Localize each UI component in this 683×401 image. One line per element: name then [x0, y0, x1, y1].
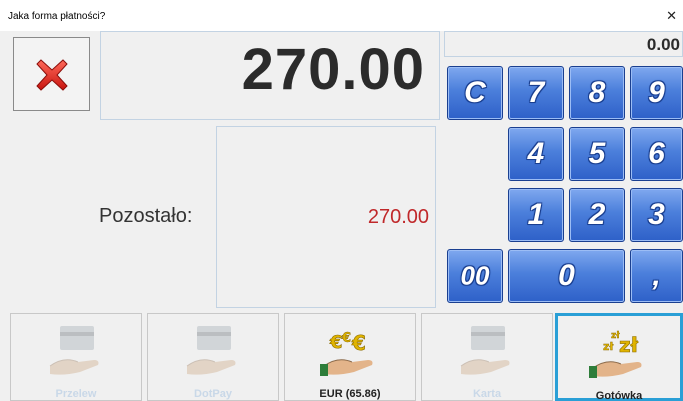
input-value: 0.00: [646, 35, 680, 54]
svg-text:€: €: [351, 331, 366, 355]
key-3[interactable]: 3: [630, 188, 683, 242]
key-comma[interactable]: ,: [630, 249, 683, 303]
key-9[interactable]: 9: [630, 66, 683, 120]
key-4[interactable]: 4: [508, 127, 564, 181]
svg-text:zł: zł: [603, 340, 614, 353]
payment-label: Przelew: [55, 388, 97, 400]
payment-eur-button[interactable]: € € € EUR (65.86): [284, 313, 416, 401]
card-hand-icon: [186, 326, 236, 375]
remaining-box: 270.00: [216, 126, 436, 308]
remaining-label: Pozostało:: [99, 205, 193, 227]
key-6[interactable]: 6: [630, 127, 683, 181]
cancel-button[interactable]: [13, 37, 90, 111]
card-hand-icon: [460, 326, 510, 375]
key-8[interactable]: 8: [569, 66, 625, 120]
key-0[interactable]: 0: [508, 249, 625, 303]
zloty-hand-icon: zł zł zł: [589, 331, 642, 378]
window-title: Jaka forma płatności?: [8, 11, 106, 22]
key-clear[interactable]: C: [447, 66, 503, 120]
svg-text:zł: zł: [619, 333, 639, 357]
payment-karta-button[interactable]: Karta: [421, 313, 553, 401]
payment-label: Gotówka: [595, 390, 643, 401]
key-00[interactable]: 00: [447, 249, 503, 303]
key-1[interactable]: 1: [508, 188, 564, 242]
payment-label: Karta: [472, 388, 502, 400]
payment-przelew-button[interactable]: Przelew: [10, 313, 142, 401]
payment-label: DotPay: [194, 388, 232, 400]
key-7[interactable]: 7: [508, 66, 564, 120]
payment-gotowka-button[interactable]: zł zł zł Gotówka: [555, 313, 683, 401]
key-2[interactable]: 2: [569, 188, 625, 242]
svg-text:€: €: [329, 332, 343, 353]
close-icon[interactable]: ✕: [666, 9, 677, 23]
amount-value: 270.00: [241, 37, 425, 102]
red-x-icon: [36, 59, 68, 91]
amount-display: 270.00: [100, 31, 440, 120]
remaining-value: 270.00: [367, 206, 429, 228]
payment-label: EUR (65.86): [319, 388, 381, 400]
titlebar: Jaka forma płatności? ✕: [0, 0, 683, 31]
input-display: 0.00: [444, 31, 683, 57]
euro-hand-icon: € € €: [320, 331, 373, 376]
payment-dotpay-button[interactable]: DotPay: [147, 313, 279, 401]
key-5[interactable]: 5: [569, 127, 625, 181]
card-hand-icon: [49, 326, 99, 375]
svg-text:€: €: [341, 331, 351, 346]
